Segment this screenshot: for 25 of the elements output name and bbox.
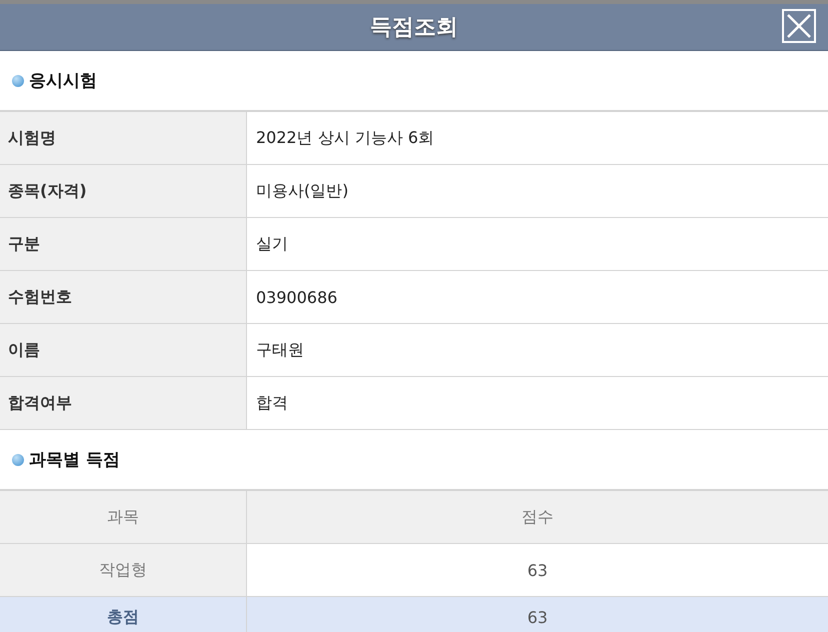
bullet-icon [12, 454, 24, 466]
score-cell-text: 63 [526, 606, 549, 628]
row-value: 03900686 [255, 286, 338, 308]
row-value: 2022년 상시 기능사 6회 [255, 126, 436, 148]
row-value: 합격 [255, 392, 289, 414]
close-button[interactable] [782, 9, 816, 43]
row-label: 시험명 [0, 112, 247, 164]
column-header: 과목 [0, 491, 247, 543]
row-label: 구분 [0, 218, 247, 270]
row-value: 실기 [255, 232, 289, 254]
section-title: 응시시험 [29, 70, 97, 92]
subject-cell: 작업형 [0, 544, 247, 596]
row-label: 합격여부 [0, 377, 247, 429]
section-title: 과목별 득점 [29, 449, 120, 471]
row-label: 이름 [0, 324, 247, 376]
bullet-icon [12, 74, 24, 86]
row-label: 종목(자격) [0, 165, 247, 217]
close-icon [786, 13, 812, 39]
column-header: 점수 [247, 491, 828, 543]
row-value: 미용사(일반) [255, 180, 350, 202]
row-label: 수험번호 [0, 271, 247, 323]
dialog-title: 득점조회 [370, 14, 458, 42]
subject-cell: 총점 [0, 597, 247, 632]
score-cell-text: 63 [526, 560, 549, 582]
row-value: 구태원 [255, 338, 305, 360]
